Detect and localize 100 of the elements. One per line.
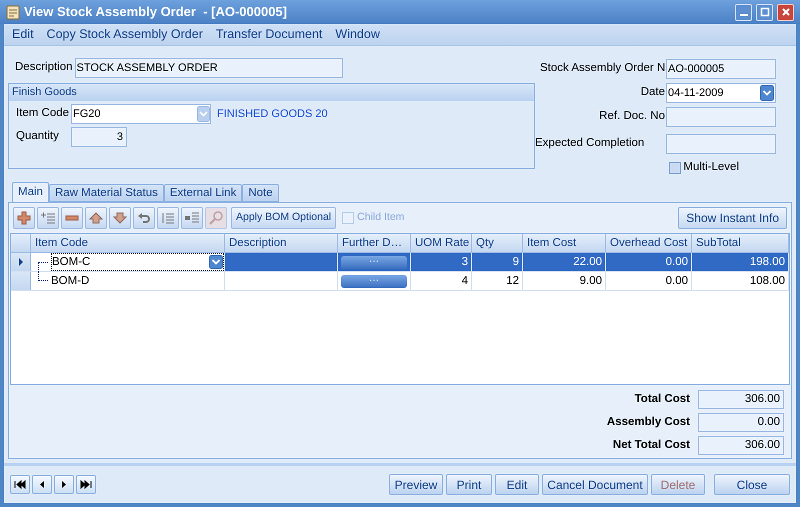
toolbar-button[interactable] bbox=[85, 207, 107, 229]
toolbar-button[interactable] bbox=[181, 207, 203, 229]
total-label: Net Total Cost bbox=[612, 438, 690, 453]
navigation-button[interactable] bbox=[76, 475, 96, 494]
tab[interactable]: External Link bbox=[164, 184, 242, 202]
navigation-button[interactable] bbox=[54, 475, 74, 494]
table-cell: 9.00 bbox=[523, 272, 606, 290]
column-header[interactable]: Overhead Cost bbox=[606, 234, 692, 252]
field-label: Ref. Doc. No bbox=[599, 109, 665, 124]
close-icon bbox=[780, 7, 790, 17]
column-header[interactable]: Qty bbox=[472, 234, 523, 252]
undo-icon bbox=[136, 210, 152, 226]
table-row[interactable]: BOM-C ··· 3 9 22.00 0.00 198.00 bbox=[11, 253, 789, 272]
input-field[interactable] bbox=[666, 107, 776, 127]
checkbox[interactable] bbox=[669, 162, 682, 174]
menu-item[interactable]: Edit bbox=[12, 25, 34, 44]
toolbar-button[interactable] bbox=[37, 207, 59, 229]
dropdown-icon bbox=[197, 106, 210, 122]
table-cell: 0.00 bbox=[606, 253, 692, 271]
footer-button[interactable]: Close bbox=[714, 474, 790, 495]
description-field[interactable]: STOCK ASSEMBLY ORDER bbox=[74, 58, 343, 78]
total-field: 306.00 bbox=[698, 436, 784, 455]
row-header[interactable] bbox=[11, 253, 31, 271]
table-cell: 12 bbox=[472, 272, 523, 290]
total-label: Total Cost bbox=[634, 392, 690, 407]
column-header[interactable]: Further D… bbox=[338, 234, 411, 252]
table-cell: 4 bbox=[411, 272, 472, 290]
field-value: FG20 bbox=[73, 106, 101, 122]
field-label: Stock Assembly Order N bbox=[540, 61, 665, 76]
item-name: FINISHED GOODS 20 bbox=[217, 106, 328, 122]
field-label: Expected Completion bbox=[535, 136, 646, 152]
maximize-button[interactable] bbox=[756, 4, 773, 20]
next-icon bbox=[62, 481, 66, 488]
field-value: 04-11-2009 bbox=[668, 86, 724, 101]
row-pointer-icon bbox=[18, 258, 24, 266]
maximize-icon bbox=[760, 7, 770, 17]
checkbox-label: Multi-Level bbox=[683, 160, 739, 175]
toolbar-button[interactable] bbox=[133, 207, 155, 229]
show-instant-info-button[interactable]: Show Instant Info bbox=[678, 207, 787, 229]
total-field: 306.00 bbox=[698, 390, 784, 409]
toolbar-button[interactable] bbox=[13, 207, 35, 229]
menu-item[interactable]: Window bbox=[335, 25, 380, 44]
toolbar-button[interactable] bbox=[61, 207, 83, 229]
column-header[interactable]: UOM Rate bbox=[411, 234, 472, 252]
footer-button[interactable]: Edit bbox=[495, 474, 539, 495]
window-title: View Stock Assembly Order - [AO-000005] bbox=[24, 3, 288, 22]
last-record-icon bbox=[79, 479, 93, 490]
first-record-icon bbox=[13, 479, 27, 490]
quantity-field[interactable]: 3 bbox=[71, 127, 127, 147]
column-header[interactable]: Item Code bbox=[31, 234, 225, 252]
table-cell: 198.00 bbox=[692, 253, 789, 271]
checkbox-label: Child Item bbox=[357, 210, 404, 226]
cell-text: BOM-C bbox=[52, 255, 90, 270]
footer-button[interactable]: Cancel Document bbox=[542, 474, 648, 495]
column-header[interactable]: SubTotal bbox=[692, 234, 789, 252]
input-field[interactable] bbox=[666, 134, 776, 154]
minimize-icon bbox=[740, 14, 748, 16]
cell-text: BOM-D bbox=[51, 274, 90, 289]
indent-icon bbox=[160, 210, 176, 226]
table-cell: 0.00 bbox=[606, 272, 692, 290]
table-cell[interactable]: BOM-C bbox=[51, 253, 224, 271]
document-icon bbox=[6, 4, 20, 20]
insert-row-icon bbox=[40, 210, 56, 226]
table-cell: 108.00 bbox=[692, 272, 789, 290]
previous-icon bbox=[40, 481, 44, 488]
column-header[interactable]: Description bbox=[225, 234, 338, 252]
field-value: AO-000005 bbox=[668, 62, 724, 77]
table-cell: 9 bbox=[472, 253, 523, 271]
column-header[interactable]: Item Cost bbox=[523, 234, 606, 252]
total-field: 0.00 bbox=[698, 413, 784, 432]
input-field[interactable]: AO-000005 bbox=[666, 59, 776, 79]
footer-button[interactable]: Print bbox=[446, 474, 492, 495]
field-label: Quantity bbox=[16, 129, 60, 144]
dropdown-icon bbox=[209, 255, 223, 269]
date-field[interactable]: 04-11-2009 bbox=[666, 83, 776, 103]
up-arrow-icon bbox=[88, 210, 104, 226]
field-label: Item Code bbox=[16, 106, 70, 122]
navigation-button[interactable] bbox=[10, 475, 30, 494]
table-cell: 22.00 bbox=[523, 253, 606, 271]
footer-button[interactable]: Preview bbox=[389, 474, 443, 495]
menu-item[interactable]: Copy Stock Assembly Order bbox=[46, 25, 203, 44]
search-icon bbox=[208, 210, 224, 226]
field-label: Date bbox=[640, 85, 665, 100]
minimize-button[interactable] bbox=[735, 4, 752, 20]
apply-bom-optional-button[interactable]: Apply BOM Optional bbox=[231, 207, 336, 229]
group-title: Finish Goods bbox=[9, 84, 534, 101]
dropdown-icon bbox=[760, 85, 774, 101]
close-button[interactable] bbox=[777, 4, 794, 20]
menu-item[interactable]: Transfer Document bbox=[216, 25, 322, 44]
tab[interactable]: Main bbox=[12, 182, 49, 202]
tab[interactable]: Raw Material Status bbox=[48, 184, 164, 202]
field-label: Description bbox=[15, 60, 73, 76]
down-arrow-icon bbox=[112, 210, 128, 226]
toolbar-button[interactable] bbox=[109, 207, 131, 229]
item-code-field[interactable]: FG20 bbox=[71, 104, 211, 124]
toolbar-button[interactable] bbox=[157, 207, 179, 229]
navigation-button[interactable] bbox=[32, 475, 52, 494]
table-cell: 3 bbox=[411, 253, 472, 271]
total-label: Assembly Cost bbox=[606, 414, 690, 430]
tab[interactable]: Note bbox=[242, 184, 279, 202]
